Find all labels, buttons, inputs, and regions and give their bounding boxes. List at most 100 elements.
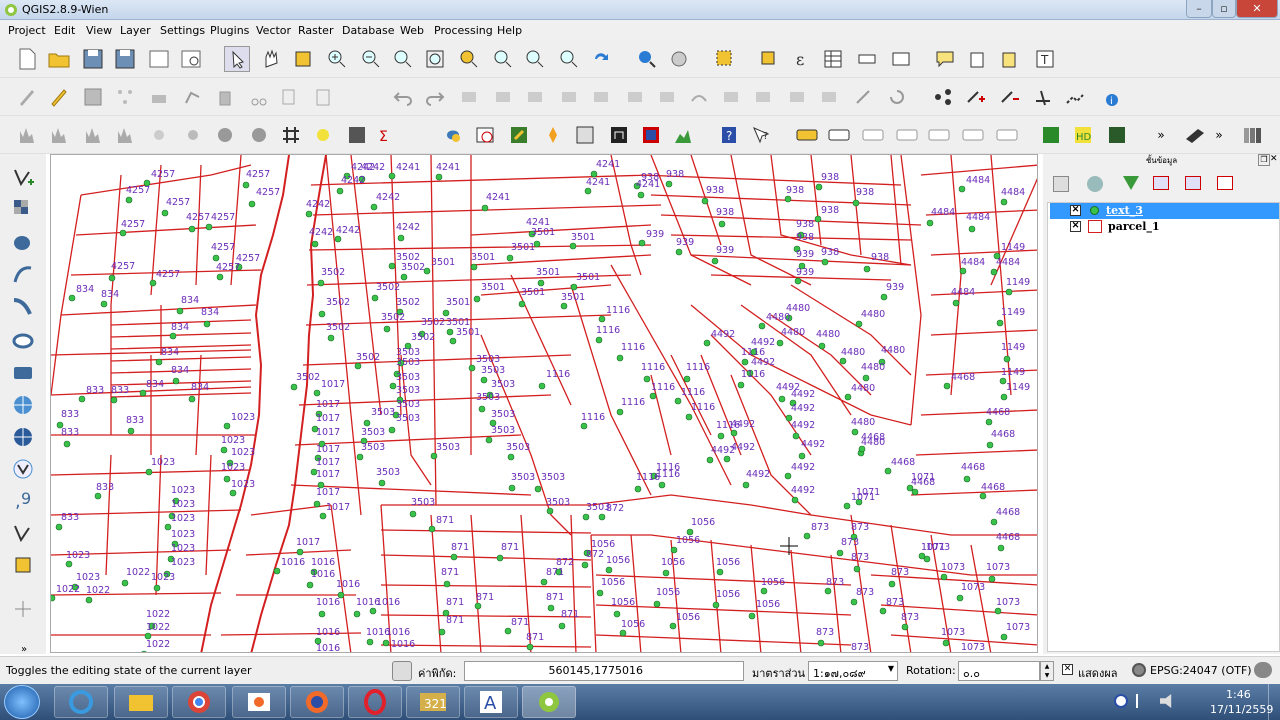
rotate-label-icon[interactable] xyxy=(960,122,986,148)
parcel-map[interactable]: 4257425742574257425742574257425742574257… xyxy=(51,155,1038,653)
remove-node-icon[interactable] xyxy=(996,84,1022,110)
zoom-actual-size-icon[interactable] xyxy=(390,46,416,72)
gps-tools-icon[interactable] xyxy=(540,122,566,148)
raster-full-icon[interactable] xyxy=(112,122,138,148)
identify-icon[interactable] xyxy=(634,46,660,72)
start-button[interactable] xyxy=(4,685,40,719)
save-layer-edits-icon[interactable] xyxy=(80,84,106,110)
change-label-icon[interactable] xyxy=(994,122,1020,148)
toggle-editing-icon[interactable] xyxy=(46,84,72,110)
add-wcs-layer-icon[interactable] xyxy=(10,424,38,450)
merge-features-icon[interactable] xyxy=(784,84,810,110)
menu-raster[interactable]: Raster xyxy=(298,24,333,37)
add-raster-layer-icon[interactable] xyxy=(10,196,38,222)
taskbar-explorer-icon[interactable] xyxy=(114,686,168,718)
taskbar-thai-font-icon[interactable]: A xyxy=(464,686,518,718)
undo-icon[interactable] xyxy=(390,84,416,110)
add-wfs-layer-icon[interactable] xyxy=(10,456,38,482)
layer-style-icon[interactable] xyxy=(246,122,272,148)
time-manager-icon[interactable] xyxy=(472,122,498,148)
add-group-icon[interactable] xyxy=(1087,176,1103,192)
zoom-out-icon[interactable] xyxy=(358,46,384,72)
zoom-to-layer-icon[interactable] xyxy=(490,46,516,72)
select-features-icon[interactable] xyxy=(712,46,738,72)
menu-processing[interactable]: Processing xyxy=(434,24,493,37)
new-bookmark-icon[interactable] xyxy=(964,46,990,72)
pan-to-selection-icon[interactable] xyxy=(290,46,316,72)
panel-close-button[interactable]: ✕ xyxy=(1270,154,1280,166)
current-edits-icon[interactable] xyxy=(14,84,40,110)
add-part-icon[interactable] xyxy=(522,84,548,110)
add-node-icon[interactable] xyxy=(962,84,988,110)
add-feature-icon[interactable] xyxy=(112,84,138,110)
remove-layer-icon[interactable] xyxy=(1217,176,1233,190)
layer-item-text3[interactable]: ✕ text_3 xyxy=(1050,203,1279,219)
move-feature-icon[interactable] xyxy=(146,84,172,110)
taskbar-app-icon[interactable] xyxy=(232,686,286,718)
more-tools-2-icon[interactable]: » xyxy=(1206,122,1232,148)
minimize-button[interactable]: – xyxy=(1186,0,1212,18)
maximize-button[interactable]: ▫ xyxy=(1212,0,1236,18)
terrain-profile-icon[interactable] xyxy=(670,122,696,148)
tray-volume-icon[interactable] xyxy=(1160,694,1172,708)
filter-legend-icon[interactable] xyxy=(1123,176,1139,190)
pin-labels-icon[interactable] xyxy=(860,122,886,148)
offset-curve-icon[interactable] xyxy=(686,84,712,110)
composer-manager-icon[interactable] xyxy=(178,46,204,72)
layer-labeling-icon[interactable] xyxy=(826,122,852,148)
new-print-composer-icon[interactable] xyxy=(146,46,172,72)
taskbar-media-icon[interactable]: 321 xyxy=(406,686,460,718)
add-postgis-layer-icon[interactable] xyxy=(10,230,38,256)
simplify-feature-icon[interactable] xyxy=(456,84,482,110)
split-parts-icon[interactable] xyxy=(750,84,776,110)
text-annotation-icon[interactable]: T xyxy=(1032,46,1058,72)
trace-digitize-icon[interactable] xyxy=(1062,84,1088,110)
tray-network-icon[interactable] xyxy=(1136,694,1150,708)
statistics-icon[interactable] xyxy=(888,46,914,72)
raster-local-icon[interactable] xyxy=(80,122,106,148)
save-as-icon[interactable] xyxy=(112,46,138,72)
plugin-tablet-icon[interactable] xyxy=(1182,122,1208,148)
clock-time[interactable]: 1:46 xyxy=(1226,688,1251,701)
rotation-field[interactable]: ๐.๐ xyxy=(958,661,1040,681)
delete-part-icon[interactable] xyxy=(622,84,648,110)
rotate-feature-icon[interactable] xyxy=(884,84,910,110)
taskbar-firefox-icon[interactable] xyxy=(290,686,344,718)
add-delimited-text-icon[interactable]: ,9 xyxy=(10,488,38,514)
line-intersect-icon[interactable] xyxy=(1030,84,1056,110)
grid-icon[interactable] xyxy=(278,122,304,148)
add-db2-layer-icon[interactable] xyxy=(10,360,38,386)
heatmap-icon[interactable] xyxy=(572,122,598,148)
delete-ring-icon[interactable] xyxy=(588,84,614,110)
open-layer-styling-icon[interactable] xyxy=(1053,176,1069,192)
redo-icon[interactable] xyxy=(422,84,448,110)
copy-features-icon[interactable] xyxy=(276,84,302,110)
deselect-all-icon[interactable] xyxy=(756,46,782,72)
python-console-icon[interactable] xyxy=(440,122,466,148)
taskbar-qgis-icon[interactable] xyxy=(522,686,576,718)
plugin-hd-icon[interactable]: HD xyxy=(1070,122,1096,148)
crs-globe-icon[interactable] xyxy=(1132,663,1146,677)
layer-checkbox[interactable]: ✕ xyxy=(1070,221,1081,232)
raster-stretch-icon[interactable] xyxy=(46,122,72,148)
open-project-icon[interactable] xyxy=(46,46,72,72)
taskbar-ie-icon[interactable] xyxy=(54,686,108,718)
tray-bluetooth-icon[interactable] xyxy=(1114,694,1128,708)
brightness-icon[interactable] xyxy=(146,122,172,148)
render-checkbox[interactable]: ✕ xyxy=(1062,664,1073,675)
split-features-icon[interactable] xyxy=(718,84,744,110)
move-label-icon[interactable] xyxy=(926,122,952,148)
expand-all-icon[interactable] xyxy=(1153,176,1169,190)
gps-crosshair-icon[interactable] xyxy=(10,596,38,622)
crs-label[interactable]: EPSG:24047 (OTF) xyxy=(1150,664,1252,677)
menu-edit[interactable]: Edit xyxy=(54,24,75,37)
taskbar-opera-icon[interactable] xyxy=(348,686,402,718)
coordinate-field[interactable]: 560145,1775016 xyxy=(464,661,744,681)
menu-project[interactable]: Project xyxy=(8,24,46,37)
search-tool-icon[interactable] xyxy=(606,122,632,148)
refresh-icon[interactable] xyxy=(588,46,614,72)
raster-histogram-icon[interactable] xyxy=(14,122,40,148)
menu-web[interactable]: Web xyxy=(400,24,424,37)
add-wms-layer-icon[interactable] xyxy=(10,392,38,418)
rotate-point-symbols-icon[interactable] xyxy=(850,84,876,110)
